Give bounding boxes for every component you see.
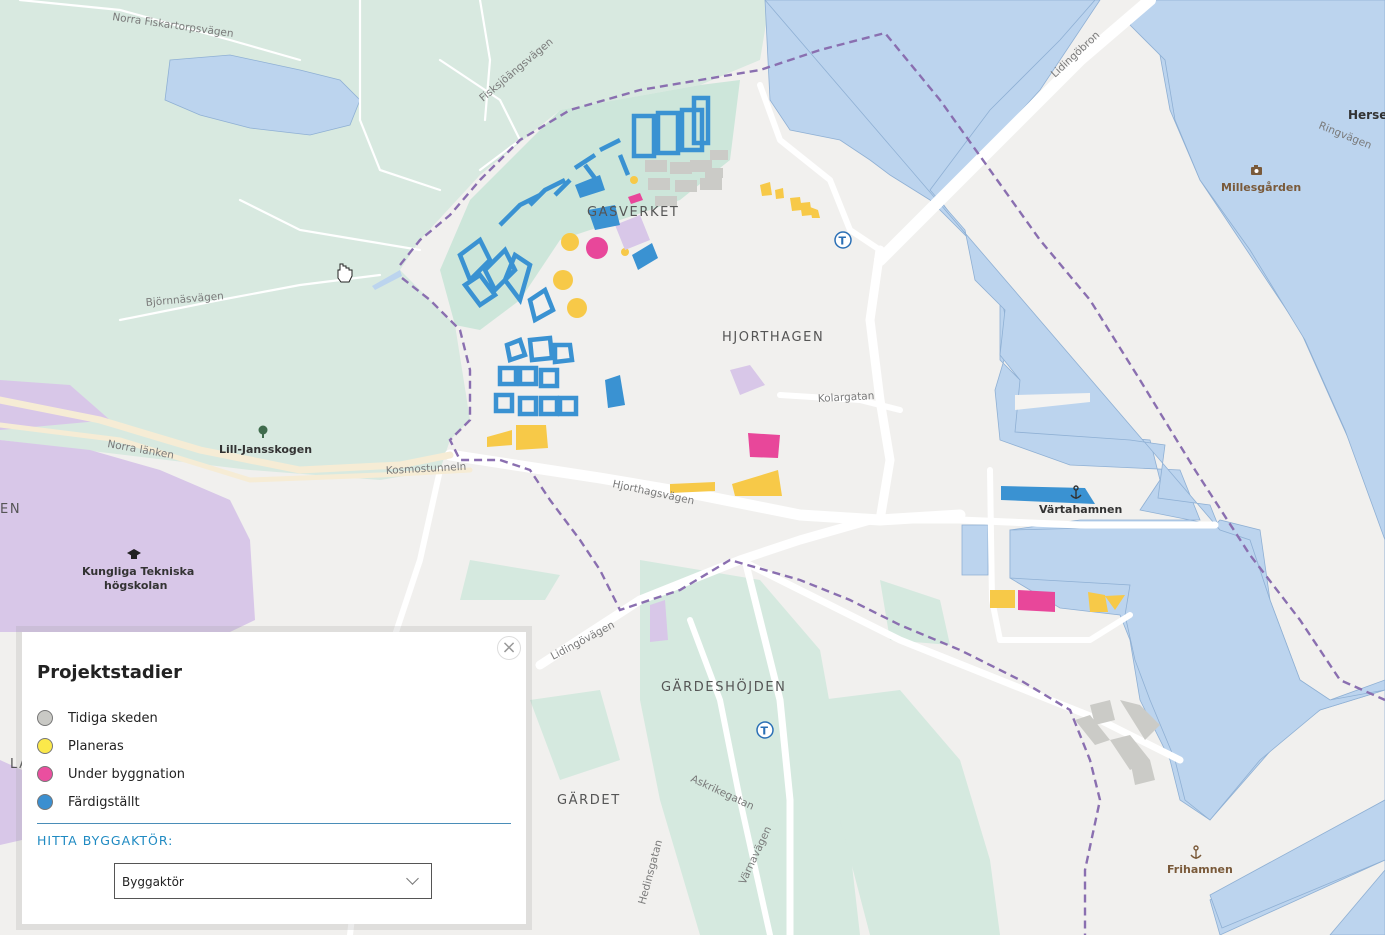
metro-symbol: T	[761, 725, 769, 738]
poi-label-millesgarden: Millesgården	[1221, 181, 1301, 194]
metro-station-icon-gardet[interactable]: T	[756, 721, 774, 739]
legend-label: Tidiga skeden	[68, 710, 158, 726]
road-label-hedinsgatan: Hedinsgatan	[636, 839, 665, 906]
close-button[interactable]: ×	[497, 636, 521, 660]
area-label-gardet: GÄRDET	[557, 792, 621, 808]
legend-item-early: Tidiga skeden	[37, 704, 185, 732]
road-label-lidingovagen: Lidingövägen	[549, 619, 617, 663]
poi-label-kth-line1: Kungliga Tekniska	[82, 565, 194, 578]
campus-area-lower	[0, 760, 22, 845]
legend-dot-early	[37, 710, 53, 726]
builder-select-value: Byggaktör	[122, 875, 184, 889]
legend-label: Under byggnation	[68, 766, 186, 782]
area-label-gardeshojden: GÄRDESHÖJDEN	[661, 678, 786, 695]
anchor-icon-frihamnen	[1190, 845, 1202, 859]
panel-divider	[37, 823, 511, 824]
chevron-down-icon	[406, 872, 419, 885]
poi-label-herse: Herse	[1348, 108, 1385, 122]
area-label-hjorthagen: HJORTHAGEN	[722, 330, 824, 345]
area-label-gasverket: GASVERKET	[587, 205, 679, 220]
legend-dot-construction	[37, 766, 53, 782]
find-builder-label: HITTA BYGGAKTÖR:	[37, 833, 174, 848]
poi-label-kth-line2: högskolan	[104, 579, 167, 592]
forest-area	[0, 0, 770, 480]
poi-label-vartahamnen: Värtahamnen	[1039, 503, 1122, 516]
legend-label: Planeras	[68, 738, 124, 754]
legend-item-construction: Under byggnation	[37, 760, 185, 788]
legend-item-completed: Färdigställt	[37, 788, 185, 816]
legend-dot-completed	[37, 794, 53, 810]
legend-dot-planned	[37, 738, 53, 754]
legend-label: Färdigställt	[68, 794, 140, 810]
metro-station-icon[interactable]: T	[834, 231, 852, 249]
panel-title: Projektstadier	[37, 662, 182, 683]
poi-label-lill-jansskogen: Lill-Jansskogen	[219, 443, 312, 456]
area-label-edge-en: EN	[0, 502, 21, 517]
metro-symbol: T	[839, 235, 847, 248]
poi-label-frihamnen: Frihamnen	[1167, 863, 1233, 876]
legend-panel: × Projektstadier Tidiga skeden Planeras …	[22, 632, 526, 924]
builder-select[interactable]: Byggaktör	[114, 863, 432, 899]
water-harbor-basin	[961, 524, 989, 576]
road-ramp	[865, 245, 895, 525]
legend-list: Tidiga skeden Planeras Under byggnation …	[37, 704, 185, 816]
legend-item-planned: Planeras	[37, 732, 185, 760]
